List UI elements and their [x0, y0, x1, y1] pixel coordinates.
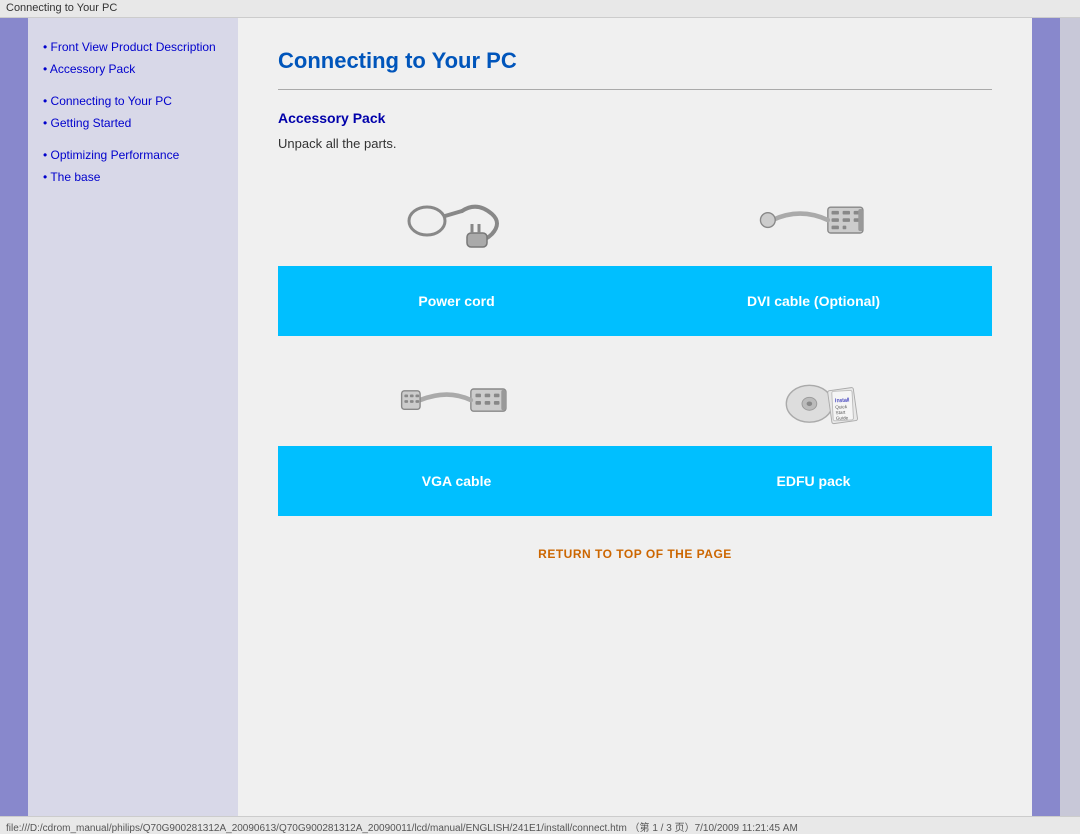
svg-text:Install: Install [834, 398, 849, 405]
power-cord-item: Power cord [278, 176, 635, 336]
dvi-cable-label: DVI cable (Optional) [635, 266, 992, 336]
title-bar-text: Connecting to Your PC [6, 2, 117, 14]
svg-text:Guide: Guide [835, 415, 848, 421]
sidebar-nav-item-2: Connecting to Your PC [43, 92, 223, 110]
divider [278, 89, 992, 90]
sidebar-link-4[interactable]: Optimizing Performance [51, 148, 180, 162]
sidebar-nav-item-1: Accessory Pack [43, 60, 223, 78]
return-to-top-link[interactable]: RETURN TO TOP OF THE PAGE [538, 547, 732, 561]
page-title: Connecting to Your PC [278, 48, 992, 74]
dvi-cable-item: DVI cable (Optional) [635, 176, 992, 336]
vga-cable-label: VGA cable [278, 446, 635, 516]
accessory-grid: Power cord [278, 176, 992, 516]
sidebar-link-2[interactable]: Connecting to Your PC [51, 94, 172, 108]
dvi-cable-icon [754, 186, 874, 256]
status-bar-text: file:///D:/cdrom_manual/philips/Q70G9002… [6, 823, 798, 834]
edfu-pack-icon: Install Quick Start Guide [754, 366, 874, 436]
power-cord-icon [397, 186, 517, 256]
sidebar-spacer-3 [43, 136, 223, 146]
sidebar-nav-item-0: Front View Product Description [43, 38, 223, 56]
return-link-container: RETURN TO TOP OF THE PAGE [278, 546, 992, 561]
svg-text:Quick: Quick [835, 404, 848, 410]
edfu-pack-label: EDFU pack [635, 446, 992, 516]
section-title: Accessory Pack [278, 110, 992, 126]
left-accent [0, 18, 28, 816]
sidebar: Front View Product Description Accessory … [28, 18, 238, 816]
vga-cable-item: VGA cable [278, 356, 635, 516]
far-right [1060, 18, 1080, 816]
sidebar-nav-item-3: Getting Started [43, 114, 223, 132]
sidebar-link-1[interactable]: Accessory Pack [50, 62, 135, 76]
sidebar-nav: Front View Product Description Accessory … [43, 38, 223, 186]
vga-cable-icon [397, 366, 517, 436]
vga-cable-image [397, 356, 517, 446]
power-cord-image [397, 176, 517, 266]
unpack-text: Unpack all the parts. [278, 136, 992, 151]
sidebar-nav-item-5: The base [43, 168, 223, 186]
edfu-pack-item: Install Quick Start Guide EDFU pack [635, 356, 992, 516]
sidebar-nav-item-4: Optimizing Performance [43, 146, 223, 164]
power-cord-label: Power cord [278, 266, 635, 336]
dvi-cable-image [754, 176, 874, 266]
right-accent [1032, 18, 1060, 816]
main-content: Connecting to Your PC Accessory Pack Unp… [238, 18, 1032, 816]
sidebar-spacer-1 [43, 82, 223, 92]
sidebar-link-0[interactable]: Front View Product Description [51, 40, 216, 54]
status-bar: file:///D:/cdrom_manual/philips/Q70G9002… [0, 816, 1080, 834]
sidebar-link-5[interactable]: The base [50, 170, 100, 184]
edfu-pack-image: Install Quick Start Guide [754, 356, 874, 446]
sidebar-link-3[interactable]: Getting Started [51, 116, 132, 130]
title-bar: Connecting to Your PC [0, 0, 1080, 18]
